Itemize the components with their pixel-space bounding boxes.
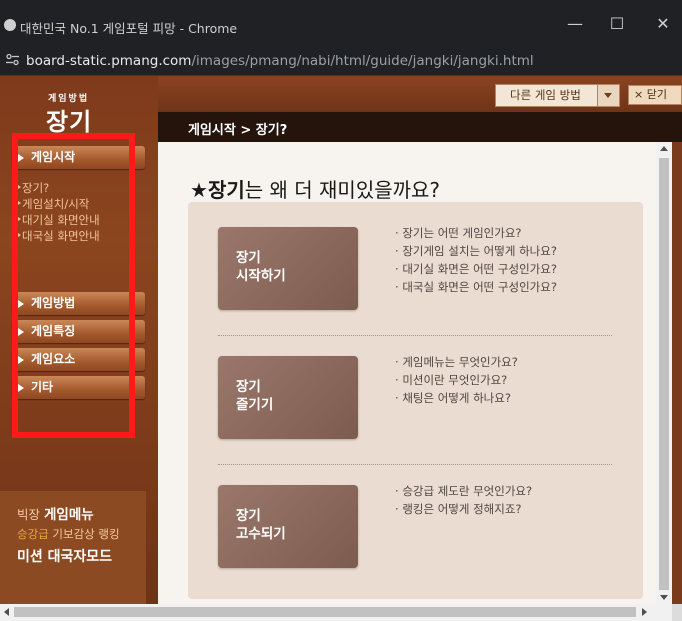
scroll-left-icon[interactable] — [4, 608, 9, 616]
section-enjoy-questions: 게임메뉴는 무엇인가요? 미션이란 무엇인가요? 채팅은 어떻게 하나요? — [395, 353, 518, 407]
browser-titlebar: 대한민국 No.1 게임포털 피망 - Chrome — ☐ ✕ — [0, 0, 682, 46]
guide-page: 게임방법 장기 게임시작 장기? 게임설치/시작 대기실 화면안내 대국실 화면… — [0, 76, 682, 621]
question-link[interactable]: 대기실 화면은 어떤 구성인가요? — [395, 260, 557, 278]
scrollbar-corner — [672, 604, 682, 621]
page-title: ★장기는 왜 더 재미있을까요? — [190, 174, 440, 203]
section-start-button[interactable]: 장기 시작하기 — [218, 227, 358, 310]
section-label: 시작하기 — [236, 268, 286, 284]
question-link[interactable]: 미션이란 무엇인가요? — [395, 371, 518, 389]
close-window-button[interactable]: ✕ — [651, 12, 675, 36]
chevron-down-icon[interactable] — [597, 85, 619, 106]
section-start-questions: 장기는 어떤 게임인가요? 장기게임 설치는 어떻게 하나요? 대기실 화면은 … — [395, 224, 557, 296]
divider — [218, 335, 612, 336]
title-rest: 는 왜 더 재미있을까요? — [244, 178, 441, 202]
promo-line-3[interactable]: 미션 대국자모드 — [17, 546, 112, 566]
url-domain: board-static.pmang.com — [26, 53, 192, 69]
section-enjoy-button[interactable]: 장기 즐기기 — [218, 356, 358, 439]
section-label: 장기 — [236, 508, 261, 524]
url-path: /images/pmang/nabi/html/guide/jangki/jan… — [191, 53, 534, 69]
star-icon: ★ — [190, 178, 208, 202]
promo-text: 기보감상 랭킹 — [52, 527, 120, 541]
title-bold: 장기 — [207, 178, 245, 202]
promo-text-bold: 게임메뉴 — [43, 507, 94, 523]
window-title: 대한민국 No.1 게임포털 피망 - Chrome — [20, 21, 238, 36]
section-label: 장기 — [236, 250, 261, 266]
guide-panel: 장기 시작하기 장기는 어떤 게임인가요? 장기게임 설치는 어떻게 하나요? … — [188, 202, 643, 599]
url-text[interactable]: board-static.pmang.com/images/pmang/nabi… — [26, 53, 534, 69]
select-label: 다른 게임 방법 — [510, 88, 581, 102]
address-bar[interactable]: board-static.pmang.com/images/pmang/nabi… — [0, 46, 682, 76]
scroll-up-icon[interactable] — [660, 146, 668, 151]
question-link[interactable]: 대국실 화면은 어떤 구성인가요? — [395, 278, 557, 296]
promo-text: 빅장 — [17, 507, 44, 522]
question-link[interactable]: 채팅은 어떻게 하나요? — [395, 389, 518, 407]
brand-title: 장기 — [46, 108, 93, 136]
section-label: 고수되기 — [236, 526, 286, 542]
question-link[interactable]: 랭킹은 어떻게 정해지죠? — [395, 500, 532, 518]
breadcrumb-bar: 게임시작 > 장기? — [158, 112, 682, 142]
question-link[interactable]: 게임메뉴는 무엇인가요? — [395, 353, 518, 371]
section-label: 즐기기 — [236, 397, 274, 413]
scroll-thumb[interactable] — [659, 158, 669, 590]
scroll-down-icon[interactable] — [660, 595, 668, 600]
section-master-button[interactable]: 장기 고수되기 — [218, 485, 358, 568]
horizontal-scrollbar[interactable] — [0, 604, 672, 621]
divider — [218, 464, 612, 465]
breadcrumb: 게임시작 > 장기? — [188, 123, 288, 138]
other-game-select[interactable]: 다른 게임 방법 — [495, 84, 620, 107]
promo-text-highlight: 승강급 — [17, 527, 53, 541]
promo-line-2[interactable]: 승강급 기보감상 랭킹 — [17, 526, 120, 542]
section-master-questions: 승강급 제도란 무엇인가요? 랭킹은 어떻게 정해지죠? — [395, 482, 532, 518]
vertical-scrollbar[interactable] — [656, 142, 672, 604]
question-link[interactable]: 장기는 어떤 게임인가요? — [395, 224, 557, 242]
maximize-button[interactable]: ☐ — [605, 12, 629, 36]
section-label: 장기 — [236, 379, 261, 395]
highlight-annotation-box — [12, 133, 135, 438]
minimize-button[interactable]: — — [563, 12, 587, 36]
scroll-right-icon[interactable] — [642, 608, 647, 616]
left-sidebar: 게임방법 장기 게임시작 장기? 게임설치/시작 대기실 화면안내 대국실 화면… — [0, 76, 158, 621]
main-content: ★장기는 왜 더 재미있을까요? 장기 시작하기 장기는 어떤 게임인가요? 장… — [158, 142, 656, 604]
question-link[interactable]: 장기게임 설치는 어떻게 하나요? — [395, 242, 557, 260]
site-info-icon[interactable] — [5, 52, 20, 67]
scroll-thumb[interactable] — [14, 607, 636, 617]
close-button[interactable]: × 닫기 — [628, 85, 682, 105]
site-favicon-icon — [4, 19, 16, 31]
question-link[interactable]: 승강급 제도란 무엇인가요? — [395, 482, 532, 500]
promo-line-1[interactable]: 빅장 게임메뉴 — [17, 503, 94, 523]
